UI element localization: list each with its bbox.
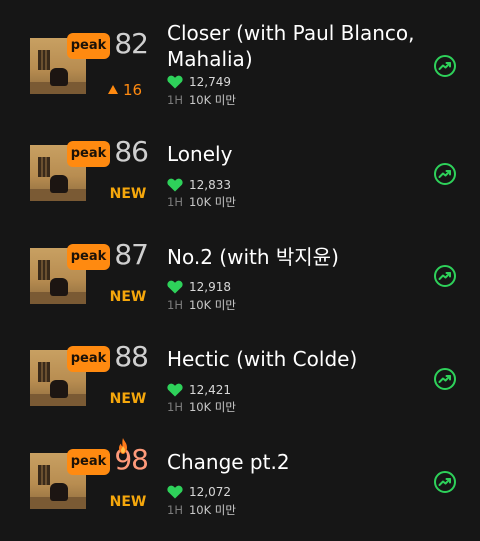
new-badge: NEW [109, 289, 147, 305]
song-title[interactable]: Lonely [167, 141, 432, 167]
heart-icon [167, 383, 183, 397]
peak-badge: peak [67, 449, 110, 475]
album-art-window [38, 362, 50, 382]
rank-number: 87 [114, 238, 149, 271]
like-count: 12,749 [189, 75, 231, 89]
trending-up-icon[interactable] [433, 264, 457, 288]
new-badge: NEW [109, 494, 147, 510]
peak-badge: peak [67, 141, 110, 167]
listener-info: 1H 10K 미만 [167, 399, 236, 415]
peak-badge: peak [67, 346, 110, 372]
listener-info: 1H 10K 미만 [167, 92, 236, 108]
song-title[interactable]: Closer (with Paul Blanco, Mahalia) [167, 20, 432, 72]
like-count: 12,918 [189, 280, 231, 294]
album-art-window [38, 157, 50, 177]
album-art-figure [50, 175, 68, 193]
peak-badge: peak [67, 244, 110, 270]
new-badge: NEW [109, 391, 147, 407]
song-title[interactable]: Hectic (with Colde) [167, 346, 432, 372]
listener-info: 1H 10K 미만 [167, 194, 236, 210]
hour-label: 1H [167, 195, 183, 209]
rank-change: 16 [108, 81, 148, 99]
hour-label: 1H [167, 503, 183, 517]
like-count: 12,833 [189, 178, 231, 192]
chart-row[interactable]: peak 87 NEW No.2 (with 박지윤) 12,918 1H 10K… [0, 223, 480, 323]
album-art-window [38, 260, 50, 280]
chart-row[interactable]: peak 82 16 Closer (with Paul Blanco, Mah… [0, 17, 480, 117]
new-badge: NEW [109, 186, 147, 202]
heart-icon [167, 75, 183, 89]
trending-up-icon[interactable] [433, 162, 457, 186]
rank-change-value: 16 [123, 81, 143, 99]
trending-up-icon[interactable] [433, 54, 457, 78]
listener-count: 10K 미만 [188, 195, 236, 209]
hour-label: 1H [167, 298, 183, 312]
chart-row[interactable]: peak 86 NEW Lonely 12,833 1H 10K 미만 [0, 120, 480, 220]
album-art-figure [50, 380, 68, 398]
trending-up-icon[interactable] [433, 470, 457, 494]
heart-icon [167, 280, 183, 294]
listener-info: 1H 10K 미만 [167, 297, 236, 313]
peak-badge: peak [67, 33, 110, 59]
hour-label: 1H [167, 400, 183, 414]
arrow-up-icon [108, 85, 118, 94]
song-title[interactable]: Change pt.2 [167, 449, 432, 475]
flame-icon [119, 438, 127, 454]
trending-up-icon[interactable] [433, 367, 457, 391]
album-art-window [38, 465, 50, 485]
like-count: 12,072 [189, 485, 231, 499]
heart-icon [167, 178, 183, 192]
listener-count: 10K 미만 [188, 503, 236, 517]
listener-count: 10K 미만 [188, 298, 236, 312]
song-title[interactable]: No.2 (with 박지윤) [167, 244, 432, 270]
album-art-figure [50, 68, 68, 86]
album-art-figure [50, 278, 68, 296]
album-art-window [38, 50, 50, 70]
heart-icon [167, 485, 183, 499]
listener-info: 1H 10K 미만 [167, 502, 236, 518]
album-art-figure [50, 483, 68, 501]
chart-row[interactable]: peak 98 NEW Change pt.2 12,072 1H 10K 미만 [0, 428, 480, 528]
rank-number: 88 [114, 340, 149, 373]
listener-count: 10K 미만 [188, 93, 236, 107]
hour-label: 1H [167, 93, 183, 107]
listener-count: 10K 미만 [188, 400, 236, 414]
like-count: 12,421 [189, 383, 231, 397]
chart-row[interactable]: peak 88 NEW Hectic (with Colde) 12,421 1… [0, 325, 480, 425]
rank-number: 86 [114, 135, 149, 168]
rank-number: 82 [114, 27, 149, 60]
